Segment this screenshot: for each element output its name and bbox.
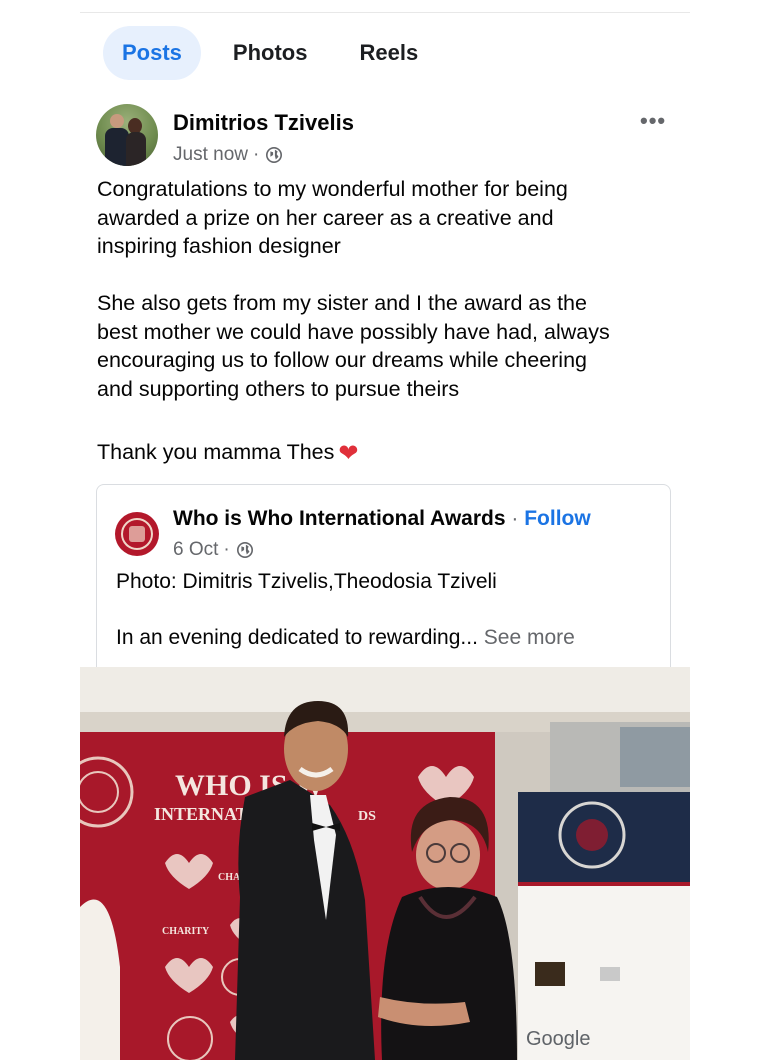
meta-separator: · xyxy=(223,539,230,560)
post-paragraph: Congratulations to my wonderful mother f… xyxy=(97,177,568,258)
post-photo[interactable]: WHO IS W INTERNATIO DS CHA CHARITY Googl… xyxy=(80,667,690,1060)
post-author-name[interactable]: Dimitrios Tzivelis xyxy=(173,110,354,136)
banner-cha-text: CHA xyxy=(218,872,241,883)
award-event-photo: WHO IS W INTERNATIO DS CHA CHARITY Googl… xyxy=(80,667,690,1060)
see-more-link[interactable]: See more xyxy=(484,626,575,649)
shared-post-meta: 6 Oct · xyxy=(173,539,254,561)
shared-photo-credit: Photo: Dimitris Tzivelis,Theodosia Tzive… xyxy=(116,570,497,593)
post-thanks-text: Thank you mamma Thes xyxy=(97,439,335,464)
sponsor-google-text: Google xyxy=(526,1028,591,1050)
shared-page-name[interactable]: Who is Who International Awards xyxy=(173,507,506,530)
author-avatar[interactable] xyxy=(96,104,158,166)
globe-icon xyxy=(266,146,283,164)
heart-emoji-icon: ❤ xyxy=(338,439,359,467)
globe-icon xyxy=(236,541,253,559)
top-divider xyxy=(80,12,690,13)
woman-dress xyxy=(381,887,517,1060)
post-paragraph-closing: Thank you mamma Thes ❤ xyxy=(97,438,687,469)
post-time[interactable]: Just now xyxy=(173,144,248,166)
banner-charity-text: CHARITY xyxy=(162,926,210,937)
profile-tabs: Posts Photos Reels xyxy=(103,26,438,80)
header-separator: · xyxy=(511,507,519,530)
shared-post-header: Who is Who International Awards · Follow xyxy=(173,507,591,531)
post-body: Congratulations to my wonderful mother f… xyxy=(97,175,687,468)
meta-separator: · xyxy=(252,144,260,165)
follow-button[interactable]: Follow xyxy=(524,507,591,530)
shared-post-card[interactable]: Who is Who International Awards · Follow… xyxy=(96,484,671,669)
banner-ds-text: DS xyxy=(358,809,376,824)
shared-post-date[interactable]: 6 Oct xyxy=(173,539,218,561)
tab-reels[interactable]: Reels xyxy=(339,26,438,80)
shared-excerpt-text: In an evening dedicated to rewarding... xyxy=(116,626,478,649)
woman-face xyxy=(416,820,480,890)
post-meta: Just now · xyxy=(173,144,283,166)
tab-photos[interactable]: Photos xyxy=(213,26,328,80)
shared-post-excerpt: In an evening dedicated to rewarding... … xyxy=(116,626,575,650)
more-options-icon[interactable]: ••• xyxy=(640,108,666,134)
post-paragraph: She also gets from my sister and I the a… xyxy=(97,291,610,401)
tab-posts[interactable]: Posts xyxy=(103,26,201,80)
page-logo-avatar[interactable] xyxy=(115,512,159,556)
